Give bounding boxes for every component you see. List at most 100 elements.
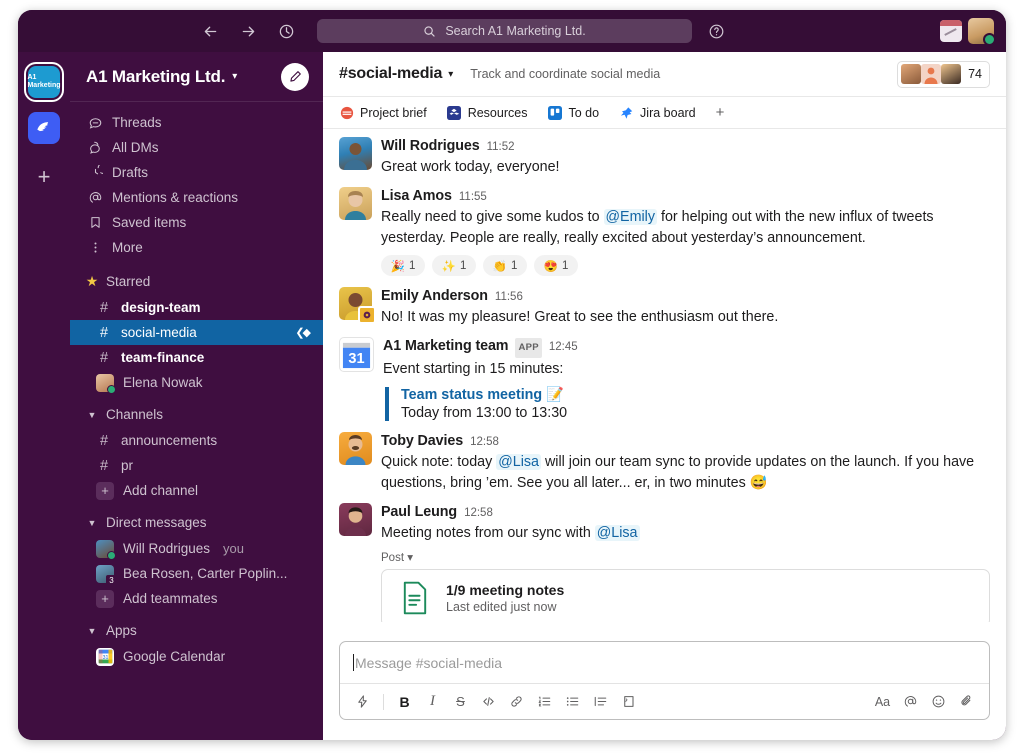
sidebar-item-mentions[interactable]: Mentions & reactions xyxy=(70,185,323,210)
arrow-right-icon[interactable] xyxy=(238,21,258,41)
threads-icon xyxy=(87,115,103,131)
message-input[interactable]: Message #social-media xyxy=(340,642,989,683)
sidebar-section-label: Direct messages xyxy=(106,515,207,530)
mention-link[interactable]: @Lisa xyxy=(496,454,541,470)
add-workspace-button[interactable]: + xyxy=(29,162,59,192)
formatting-icon[interactable]: Aa xyxy=(870,689,895,714)
sidebar-item-group-dm[interactable]: 3 Bea Rosen, Carter Poplin... xyxy=(70,561,323,586)
strikethrough-glyph: S xyxy=(456,694,465,709)
message-list[interactable]: Will Rodrigues 11:52 Great work today, e… xyxy=(323,128,1006,622)
message-time[interactable]: 12:58 xyxy=(464,504,493,522)
avatar[interactable] xyxy=(339,503,372,536)
attachment-icon[interactable] xyxy=(954,689,979,714)
sidebar-item-elena-nowak[interactable]: Elena Nowak xyxy=(70,370,323,395)
message-author[interactable]: Toby Davies xyxy=(381,432,463,450)
strikethrough-icon[interactable]: S xyxy=(448,689,473,714)
workspace-icon-secondary[interactable] xyxy=(28,112,60,144)
message-header: Toby Davies 12:58 xyxy=(381,432,990,451)
reaction-pill[interactable]: 😍 1 xyxy=(534,255,578,276)
reaction-pill[interactable]: 🎉 1 xyxy=(381,255,425,276)
shortcuts-icon[interactable] xyxy=(350,689,375,714)
message-time[interactable]: 11:55 xyxy=(459,188,487,206)
question-circle-icon[interactable] xyxy=(706,21,726,41)
event-title[interactable]: Team status meeting 📝 xyxy=(401,387,990,403)
sidebar-item-add-channel[interactable]: + Add channel xyxy=(70,478,323,503)
chevron-down-icon[interactable]: ▾ xyxy=(448,69,453,80)
sidebar-item-pr[interactable]: # pr xyxy=(70,453,323,478)
message: Lisa Amos 11:55 Really need to give some… xyxy=(323,180,1006,280)
sidebar-item-all-dms[interactable]: All DMs xyxy=(70,135,323,160)
sidebar-item-announcements[interactable]: # announcements xyxy=(70,428,323,453)
post-type-label[interactable]: Post ▾ xyxy=(381,550,990,564)
formatting-glyph: Aa xyxy=(874,694,891,709)
channel-name[interactable]: #social-media xyxy=(339,65,442,83)
sidebar-item-design-team[interactable]: # design-team xyxy=(70,295,323,320)
add-tab-button[interactable]: + xyxy=(716,104,725,121)
reaction-count: 1 xyxy=(561,259,569,272)
star-icon: ★ xyxy=(85,273,99,289)
calendar-icon[interactable] xyxy=(940,20,962,42)
workspace-icon-a1[interactable]: A1 Marketing xyxy=(27,66,61,98)
sidebar-section-apps[interactable]: ▼ Apps xyxy=(70,617,323,644)
sidebar-item-social-media[interactable]: # social-media ❮◆ xyxy=(70,320,323,345)
message-author[interactable]: A1 Marketing team xyxy=(383,337,509,355)
message-time[interactable]: 11:52 xyxy=(487,138,515,156)
calendar-icon[interactable]: 31 xyxy=(339,337,374,372)
compose-icon[interactable] xyxy=(281,62,309,91)
sidebar-item-saved[interactable]: Saved items xyxy=(70,210,323,235)
reaction-pill[interactable]: 👏 1 xyxy=(483,255,527,276)
sidebar-item-drafts[interactable]: Drafts xyxy=(70,160,323,185)
tab-jira-board[interactable]: Jira board xyxy=(619,105,696,120)
sidebar-section-channels[interactable]: ▼ Channels xyxy=(70,401,323,428)
avatar[interactable] xyxy=(339,287,376,324)
sidebar-section-direct-messages[interactable]: ▼ Direct messages xyxy=(70,509,323,536)
code-icon[interactable] xyxy=(476,689,501,714)
sidebar-item-more[interactable]: More xyxy=(70,235,323,260)
mention-link[interactable]: @Emily xyxy=(603,209,657,225)
tab-project-brief[interactable]: Project brief xyxy=(339,105,427,120)
message-time[interactable]: 12:58 xyxy=(470,433,499,451)
avatar[interactable] xyxy=(339,187,372,220)
message-author[interactable]: Emily Anderson xyxy=(381,287,488,305)
mention-icon[interactable] xyxy=(898,689,923,714)
tab-to-do[interactable]: To do xyxy=(547,105,599,120)
avatar[interactable] xyxy=(339,137,372,170)
bold-icon[interactable]: B xyxy=(392,689,417,714)
code-block-icon[interactable] xyxy=(616,689,641,714)
channel-topic[interactable]: Track and coordinate social media xyxy=(470,67,660,81)
post-attachment[interactable]: 1/9 meeting notes Last edited just now xyxy=(381,569,990,622)
avatar xyxy=(96,539,116,560)
channel-members-button[interactable]: 74 xyxy=(897,60,990,88)
bulleted-list-icon[interactable] xyxy=(560,689,585,714)
message-time[interactable]: 11:56 xyxy=(495,288,523,306)
emoji-icon[interactable] xyxy=(926,689,951,714)
message-time[interactable]: 12:45 xyxy=(549,338,578,356)
sidebar-item-team-finance[interactable]: # team-finance xyxy=(70,345,323,370)
italic-icon[interactable]: I xyxy=(420,689,445,714)
sidebar-item-will-rodrigues[interactable]: Will Rodrigues you xyxy=(70,536,323,561)
sidebar-item-google-calendar[interactable]: 31 Google Calendar xyxy=(70,644,323,669)
link-icon[interactable] xyxy=(504,689,529,714)
mention-link[interactable]: @Lisa xyxy=(594,525,640,541)
clock-icon[interactable] xyxy=(276,21,296,41)
message-author[interactable]: Lisa Amos xyxy=(381,187,452,205)
message-body: Lisa Amos 11:55 Really need to give some… xyxy=(381,187,990,278)
message: Will Rodrigues 11:52 Great work today, e… xyxy=(323,130,1006,180)
reaction-pill[interactable]: ✨ 1 xyxy=(432,255,476,276)
sidebar-item-threads[interactable]: Threads xyxy=(70,110,323,135)
search-input[interactable]: Search A1 Marketing Ltd. xyxy=(317,19,692,43)
arrow-left-icon[interactable] xyxy=(200,21,220,41)
message-author[interactable]: Paul Leung xyxy=(381,503,457,521)
sidebar-section-starred[interactable]: ★ Starred xyxy=(70,268,323,295)
ordered-list-icon[interactable] xyxy=(532,689,557,714)
sidebar-item-label: Mentions & reactions xyxy=(112,190,239,205)
message-text-part: No! It was my pleasure! Great to see the… xyxy=(381,309,779,325)
blockquote-icon[interactable] xyxy=(588,689,613,714)
message-author[interactable]: Will Rodrigues xyxy=(381,137,480,155)
message-body: Emily Anderson 11:56 No! It was my pleas… xyxy=(381,287,990,328)
workspace-header[interactable]: A1 Marketing Ltd. ▾ xyxy=(70,52,323,102)
avatar[interactable] xyxy=(339,432,372,465)
sidebar-item-add-teammates[interactable]: + Add teammates xyxy=(70,586,323,611)
tab-resources[interactable]: Resources xyxy=(447,105,527,120)
avatar[interactable] xyxy=(968,18,996,46)
